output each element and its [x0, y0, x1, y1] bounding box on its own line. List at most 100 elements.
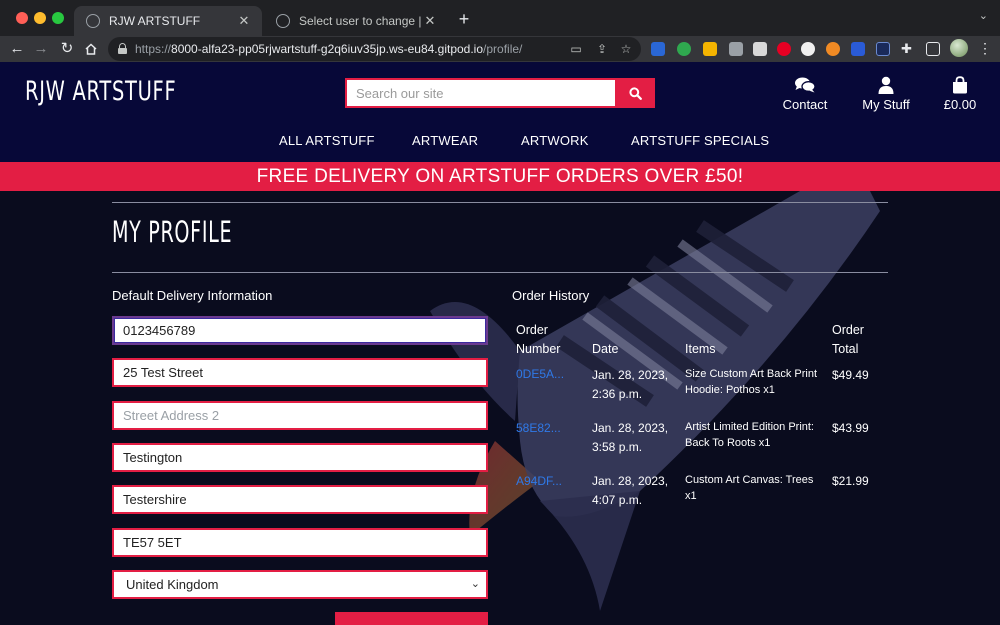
column-date: Date	[592, 342, 619, 356]
cart-total: £0.00	[943, 97, 977, 112]
extension-blue-icon[interactable]	[851, 42, 865, 56]
profile-avatar[interactable]	[950, 39, 968, 57]
share-icon[interactable]: ⇪	[594, 41, 610, 57]
lock-icon	[118, 43, 127, 54]
nav-artwork[interactable]: ARTWORK	[521, 133, 589, 148]
search-input[interactable]	[345, 78, 615, 108]
extension-orange-icon[interactable]	[826, 42, 840, 56]
date-line: Jan. 28, 2023,	[592, 421, 669, 435]
order-total: $43.99	[832, 421, 869, 435]
date-line: Jan. 28, 2023,	[592, 474, 669, 488]
extension-cloud-icon[interactable]	[876, 42, 890, 56]
divider	[112, 202, 888, 203]
town-field[interactable]	[112, 443, 488, 472]
close-tab-icon[interactable]: ✕	[422, 13, 438, 29]
item-line: Hoodie: Pothos x1	[685, 384, 775, 396]
date-line: Jan. 28, 2023,	[592, 368, 669, 382]
tab-django-admin[interactable]: Select user to change | Djang ✕	[264, 6, 448, 36]
side-panel-icon[interactable]	[926, 42, 940, 56]
item-line: Artist Limited Edition Print:	[685, 421, 814, 433]
extension-blank-icon[interactable]	[753, 42, 767, 56]
nav-artwear[interactable]: ARTWEAR	[412, 133, 478, 148]
street-address-1-field[interactable]	[112, 358, 488, 387]
order-items: Custom Art Canvas: Trees x1	[685, 472, 813, 504]
profile-content: MY PROFILE Default Delivery Information …	[0, 191, 1000, 625]
country-select[interactable]: United Kingdom ⌄	[112, 570, 488, 599]
time-line: 4:07 p.m.	[592, 493, 643, 507]
column-order-total: Order Total	[832, 321, 864, 359]
maximize-window-button[interactable]	[52, 12, 64, 24]
tab-title: RJW ARTSTUFF	[109, 14, 201, 28]
close-tab-icon[interactable]: ✕	[236, 13, 252, 29]
website: RJW ARTSTUFF Contact My Stuff £0.00 ALL …	[0, 62, 1000, 625]
order-items: Artist Limited Edition Print: Back To Ro…	[685, 419, 814, 451]
contact-link[interactable]: Contact	[781, 76, 829, 112]
order-number-link[interactable]: 58E82...	[516, 421, 561, 435]
url-text: https://8000-alfa23-pp05rjwartstuff-g2q6…	[135, 42, 523, 56]
order-number-link[interactable]: A94DF...	[516, 474, 562, 488]
item-line: Custom Art Canvas: Trees	[685, 474, 814, 486]
column-order-number: Order Number	[516, 321, 560, 359]
account-link[interactable]: My Stuff	[859, 76, 913, 112]
site-logo[interactable]: RJW ARTSTUFF	[25, 76, 176, 107]
delivery-banner: FREE DELIVERY ON ARTSTUFF ORDERS OVER £5…	[0, 162, 1000, 191]
cart-link[interactable]: £0.00	[940, 76, 980, 112]
column-label: Total	[832, 342, 859, 356]
nav-artstuff-specials[interactable]: ARTSTUFF SPECIALS	[631, 133, 769, 148]
extension-notes-icon[interactable]	[703, 42, 717, 56]
postcode-field[interactable]	[112, 528, 488, 557]
browser-tab-bar: RJW ARTSTUFF ✕ Select user to change | D…	[0, 0, 1000, 36]
order-number-link[interactable]: 0DE5A...	[516, 367, 564, 381]
order-date: Jan. 28, 2023, 4:07 p.m.	[592, 472, 668, 510]
extension-evernote-icon[interactable]	[677, 42, 691, 56]
minimize-window-button[interactable]	[34, 12, 46, 24]
order-items: Size Custom Art Back Print Hoodie: Potho…	[685, 366, 817, 398]
item-line: Size Custom Art Back Print	[685, 368, 818, 380]
install-app-icon[interactable]: ▭	[568, 41, 584, 57]
search-button[interactable]	[615, 78, 655, 108]
extension-grey-icon[interactable]	[729, 42, 743, 56]
county-field[interactable]	[112, 485, 488, 514]
globe-icon	[276, 14, 290, 28]
time-line: 3:58 p.m.	[592, 440, 643, 454]
country-value: United Kingdom	[126, 577, 219, 592]
street-address-2-field[interactable]	[112, 401, 488, 430]
reload-icon[interactable]: ↻	[56, 38, 78, 60]
forward-arrow-icon[interactable]: →	[30, 38, 52, 60]
extension-github-icon[interactable]	[801, 42, 815, 56]
column-label: Number	[516, 342, 561, 356]
extension-check-icon[interactable]	[651, 42, 665, 56]
main-nav: ALL ARTSTUFF ARTWEAR ARTWORK ARTSTUFF SP…	[0, 133, 1000, 153]
address-bar[interactable]: https://8000-alfa23-pp05rjwartstuff-g2q6…	[108, 37, 641, 61]
order-total: $49.49	[832, 368, 869, 382]
phone-field[interactable]	[112, 316, 488, 345]
item-line: Back To Roots x1	[685, 437, 771, 449]
home-icon[interactable]	[80, 38, 102, 60]
order-date: Jan. 28, 2023, 2:36 p.m.	[592, 366, 668, 404]
search-icon	[628, 86, 642, 100]
extension-pinterest-icon[interactable]	[777, 42, 791, 56]
order-date: Jan. 28, 2023, 3:58 p.m.	[592, 419, 668, 457]
order-total: $21.99	[832, 474, 869, 488]
browser-toolbar: ← → ↻ https://8000-alfa23-pp05rjwartstuf…	[0, 36, 1000, 62]
extensions-puzzle-icon[interactable]: ✚	[901, 42, 915, 56]
account-label: My Stuff	[862, 97, 910, 112]
more-menu-icon[interactable]: ⋮	[978, 39, 992, 57]
tab-rjw-artstuff[interactable]: RJW ARTSTUFF ✕	[74, 6, 262, 36]
column-label: Order	[516, 323, 548, 337]
contact-label: Contact	[782, 97, 828, 112]
close-window-button[interactable]	[16, 12, 28, 24]
new-tab-button[interactable]: +	[452, 7, 476, 31]
page-title: MY PROFILE	[112, 215, 233, 249]
chevron-down-icon: ⌄	[470, 578, 480, 590]
nav-all-artstuff[interactable]: ALL ARTSTUFF	[279, 133, 375, 148]
column-label: Order	[832, 323, 864, 337]
delivery-info-heading: Default Delivery Information	[112, 288, 273, 303]
update-button[interactable]	[335, 612, 488, 625]
site-search	[345, 78, 655, 108]
bookmark-star-icon[interactable]: ☆	[618, 41, 634, 57]
column-items: Items	[685, 342, 716, 356]
back-arrow-icon[interactable]: ←	[6, 38, 28, 60]
shopping-bag-icon	[953, 76, 967, 94]
tab-search-icon[interactable]: ⌄	[979, 9, 988, 22]
